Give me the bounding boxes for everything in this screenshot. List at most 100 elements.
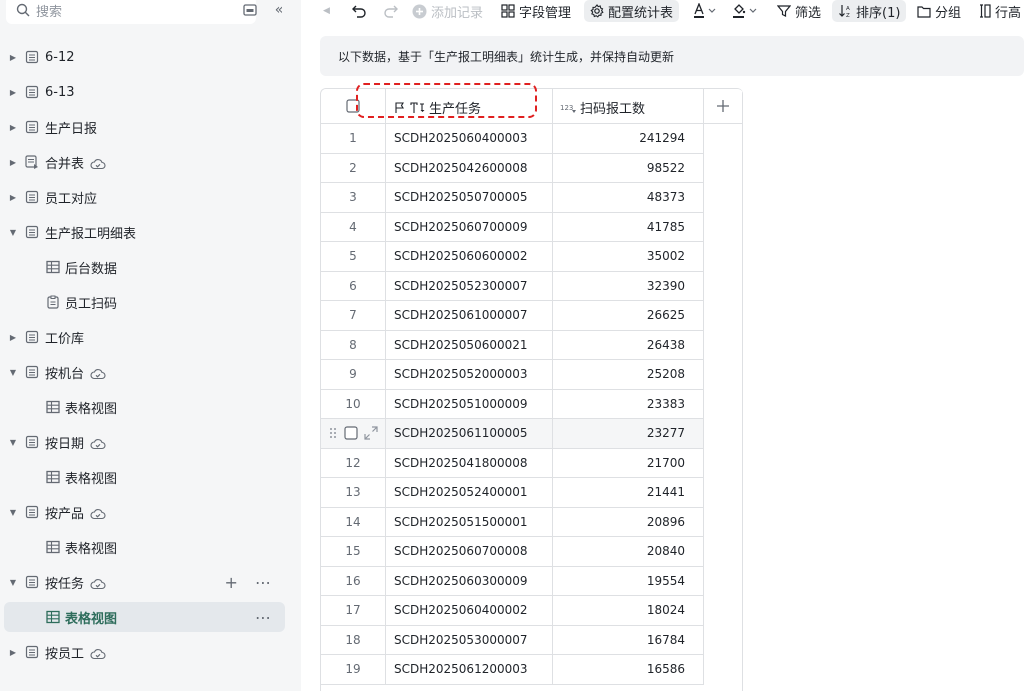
row-checkbox-icon[interactable] — [344, 426, 358, 440]
count-cell[interactable]: 26625 — [553, 301, 704, 331]
caret-right-icon[interactable]: ▶ — [8, 333, 18, 342]
count-cell[interactable]: 16586 — [553, 655, 704, 685]
table-row[interactable]: 6 SCDH2025052300007 32390 — [321, 271, 704, 301]
sidebar-item[interactable]: 表格视图 ⋯ — [4, 602, 285, 632]
sidebar-item[interactable]: ▼ 按日期 — [0, 427, 301, 457]
count-cell[interactable]: 20840 — [553, 537, 704, 567]
table-row[interactable]: 7 SCDH2025061000007 26625 — [321, 301, 704, 331]
caret-down-icon[interactable]: ▼ — [8, 368, 18, 377]
caret-down-icon[interactable]: ▼ — [8, 508, 18, 517]
row-controls[interactable] — [321, 419, 386, 449]
sidebar-item[interactable]: ▼ 按任务 + ⋯ — [0, 567, 301, 597]
task-cell[interactable]: SCDH2025053000007 — [386, 625, 553, 655]
task-cell[interactable]: SCDH2025052000003 — [386, 360, 553, 390]
sidebar-item[interactable]: ▶ 工价库 — [0, 322, 301, 352]
task-cell[interactable]: SCDH2025041800008 — [386, 448, 553, 478]
header-count[interactable]: 123 扫码报工数 — [553, 89, 704, 124]
table-row[interactable]: 12 SCDH2025041800008 21700 — [321, 448, 704, 478]
count-cell[interactable]: 26438 — [553, 330, 704, 360]
caret-down-icon[interactable]: ▼ — [8, 578, 18, 587]
caret-right-icon[interactable]: ▶ — [8, 158, 18, 167]
caret-right-icon[interactable]: ▶ — [8, 88, 18, 97]
group-button[interactable]: 分组 — [917, 0, 961, 22]
search-input[interactable]: 搜索 — [6, 0, 256, 24]
count-cell[interactable]: 241294 — [553, 124, 704, 154]
table-row[interactable]: 10 SCDH2025051000009 23383 — [321, 389, 704, 419]
sort-button[interactable]: AZ 排序(1) — [832, 0, 907, 22]
table-row[interactable]: SCDH2025061100005 23277 — [321, 419, 704, 449]
table-row[interactable]: 17 SCDH2025060400002 18024 — [321, 596, 704, 626]
task-cell[interactable]: SCDH2025052300007 — [386, 271, 553, 301]
table-row[interactable]: 1 SCDH2025060400003 241294 — [321, 124, 704, 154]
task-cell[interactable]: SCDH2025052400001 — [386, 478, 553, 508]
filter-button[interactable]: 筛选 — [777, 0, 821, 22]
table-row[interactable]: 4 SCDH2025060700009 41785 — [321, 212, 704, 242]
task-cell[interactable]: SCDH2025060300009 — [386, 566, 553, 596]
caret-right-icon[interactable]: ▶ — [8, 123, 18, 132]
task-cell[interactable]: SCDH2025050600021 — [386, 330, 553, 360]
caret-right-icon[interactable]: ▶ — [8, 648, 18, 657]
table-row[interactable]: 16 SCDH2025060300009 19554 — [321, 566, 704, 596]
sidebar-item[interactable]: 后台数据 — [0, 252, 301, 282]
task-cell[interactable]: SCDH2025042600008 — [386, 153, 553, 183]
table-row[interactable]: 15 SCDH2025060700008 20840 — [321, 537, 704, 567]
count-cell[interactable]: 20896 — [553, 507, 704, 537]
config-stats-button[interactable]: 配置统计表 — [584, 0, 680, 22]
table-row[interactable]: 19 SCDH2025061200003 16586 — [321, 655, 704, 685]
count-cell[interactable]: 98522 — [553, 153, 704, 183]
task-cell[interactable]: SCDH2025051500001 — [386, 507, 553, 537]
caret-down-icon[interactable]: ▼ — [8, 228, 18, 237]
task-cell[interactable]: SCDH2025060700009 — [386, 212, 553, 242]
count-cell[interactable]: 23277 — [553, 419, 704, 449]
task-cell[interactable]: SCDH2025060400002 — [386, 596, 553, 626]
add-record-button[interactable]: 添加记录 — [412, 0, 483, 22]
table-row[interactable]: 8 SCDH2025050600021 26438 — [321, 330, 704, 360]
sidebar-item[interactable]: 员工扫码 — [0, 287, 301, 317]
table-row[interactable]: 2 SCDH2025042600008 98522 — [321, 153, 704, 183]
sidebar-item[interactable]: ▶ 6-12 — [0, 42, 301, 72]
sidebar-item[interactable]: ▶ 合并表 — [0, 147, 301, 177]
fill-color-button[interactable] — [732, 0, 762, 22]
sidebar-item[interactable]: 表格视图 — [0, 392, 301, 422]
sidebar-item[interactable]: ▼ 生产报工明细表 — [0, 217, 301, 247]
count-cell[interactable]: 21441 — [553, 478, 704, 508]
add-column-button[interactable] — [704, 89, 743, 124]
count-cell[interactable]: 48373 — [553, 183, 704, 213]
table-row[interactable]: 13 SCDH2025052400001 21441 — [321, 478, 704, 508]
more-icon[interactable]: ⋯ — [255, 608, 277, 627]
text-color-button[interactable] — [693, 0, 721, 22]
expand-record-icon[interactable] — [364, 426, 378, 440]
sidebar-item[interactable]: ▼ 按产品 — [0, 497, 301, 527]
drag-handle-icon[interactable] — [328, 427, 338, 439]
sidebar-item[interactable]: ▼ 按机台 — [0, 357, 301, 387]
count-cell[interactable]: 18024 — [553, 596, 704, 626]
task-cell[interactable]: SCDH2025060700008 — [386, 537, 553, 567]
table-row[interactable]: 5 SCDH2025060600002 35002 — [321, 242, 704, 272]
sidebar-item[interactable]: 表格视图 — [0, 532, 301, 562]
count-cell[interactable]: 41785 — [553, 212, 704, 242]
table-row[interactable]: 9 SCDH2025052000003 25208 — [321, 360, 704, 390]
table-row[interactable]: 3 SCDH2025050700005 48373 — [321, 183, 704, 213]
field-manage-button[interactable]: 字段管理 — [501, 0, 571, 22]
table-row[interactable]: 14 SCDH2025051500001 20896 — [321, 507, 704, 537]
sidebar-item[interactable]: ▶ 6-13 — [0, 77, 301, 107]
task-cell[interactable]: SCDH2025060400003 — [386, 124, 553, 154]
redo-icon[interactable] — [382, 0, 402, 22]
sidebar-item[interactable]: ▶ 生产日报 — [0, 112, 301, 142]
row-height-button[interactable]: 行高 — [979, 0, 1021, 22]
count-cell[interactable]: 35002 — [553, 242, 704, 272]
caret-right-icon[interactable]: ▶ — [8, 53, 18, 62]
task-cell[interactable]: SCDH2025050700005 — [386, 183, 553, 213]
task-cell[interactable]: SCDH2025061000007 — [386, 301, 553, 331]
sidebar-item[interactable]: ▶ 按员工 — [0, 637, 301, 667]
table-row[interactable]: 18 SCDH2025053000007 16784 — [321, 625, 704, 655]
caret-down-icon[interactable]: ▼ — [8, 438, 18, 447]
item-add-more-icon[interactable]: + ⋯ — [225, 573, 278, 592]
count-cell[interactable]: 21700 — [553, 448, 704, 478]
count-cell[interactable]: 16784 — [553, 625, 704, 655]
sidebar-item[interactable]: 表格视图 — [0, 462, 301, 492]
task-cell[interactable]: SCDH2025061100005 — [386, 419, 553, 449]
scroll-left-icon[interactable]: ◀ — [323, 0, 330, 22]
task-cell[interactable]: SCDH2025051000009 — [386, 389, 553, 419]
count-cell[interactable]: 23383 — [553, 389, 704, 419]
